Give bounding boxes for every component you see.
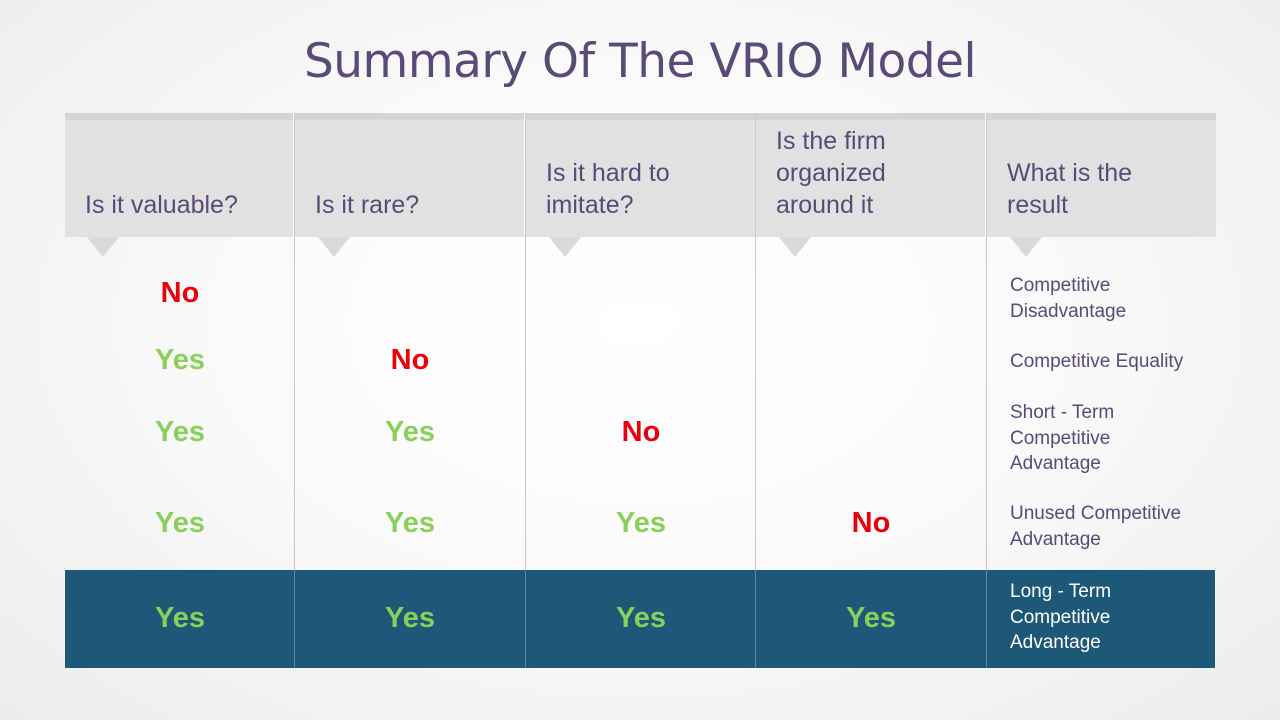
answer-cell-yes: Yes <box>155 507 205 539</box>
answer-cell-yes: Yes <box>155 344 205 376</box>
header-label: Is it rare? <box>315 191 420 219</box>
vrio-table: Is it valuable? Is it rare? Is it hard t… <box>65 113 1216 668</box>
slide-title: Summary Of The VRIO Model <box>303 34 977 89</box>
column-divider <box>294 570 295 668</box>
header-label: What is the result <box>1007 159 1133 219</box>
answer-cell-yes: Yes <box>846 602 896 634</box>
header-label: Is it valuable? <box>85 191 238 219</box>
pointer-arrow-icon <box>87 237 119 257</box>
answer-cell-no: No <box>390 344 430 376</box>
answer-cell-yes: Yes <box>385 602 435 634</box>
result-cell: Short - Term Competitive Advantage <box>1010 402 1115 474</box>
header-imitate: Is it hard to imitate? <box>526 113 755 237</box>
answer-cell-yes: Yes <box>385 507 435 539</box>
answer-cell-yes: Yes <box>616 602 666 634</box>
pointer-arrow-icon <box>1010 237 1042 257</box>
result-cell: Competitive Equality <box>1010 351 1184 372</box>
pointer-arrow-icon <box>549 237 581 257</box>
result-cell: Long - Term Competitive Advantage <box>1010 581 1112 653</box>
answer-cell-no: No <box>621 416 661 448</box>
header-valuable: Is it valuable? <box>65 113 293 237</box>
column-divider <box>525 570 526 668</box>
result-cell: Unused Competitive Advantage <box>1010 503 1182 550</box>
answer-cell-no: No <box>160 277 200 309</box>
header-rare: Is it rare? <box>295 113 524 237</box>
header-label: Is the firm organized around it <box>776 127 886 219</box>
highlighted-row: Yes Yes Yes Yes Long - Term Competitive Adva… <box>65 570 1215 668</box>
pointer-arrow-icon <box>779 237 811 257</box>
answer-cell-yes: Yes <box>155 602 205 634</box>
header-label: Is it hard to imitate? <box>546 159 670 219</box>
column-divider <box>986 570 987 668</box>
header-organized: Is the firm organized around it <box>756 113 985 237</box>
column-divider <box>755 570 756 668</box>
header-result: What is the result <box>987 113 1216 237</box>
answer-cell-yes: Yes <box>385 416 435 448</box>
answer-cell-yes: Yes <box>616 507 666 539</box>
result-cell: Competitive Disadvantage <box>1010 275 1127 322</box>
pointer-arrow-icon <box>318 237 350 257</box>
answer-cell-yes: Yes <box>155 416 205 448</box>
answer-cell-no: No <box>851 507 891 539</box>
